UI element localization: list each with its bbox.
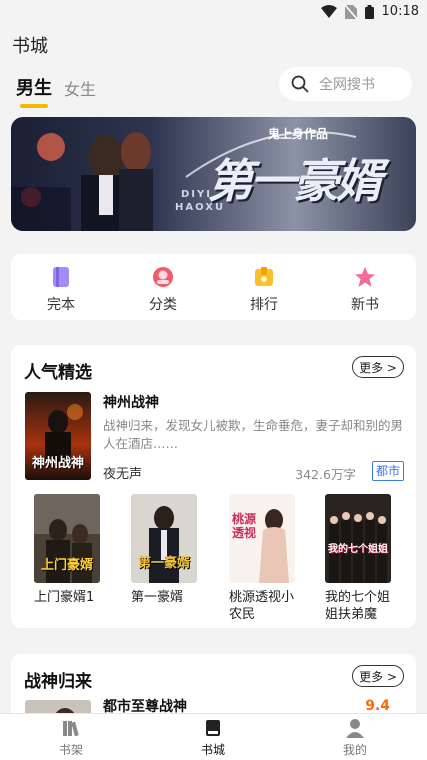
book-item[interactable]: 我的七个姐姐 我的七个姐姐扶弟魔	[315, 494, 395, 623]
bookshelf-icon	[61, 718, 81, 738]
quick-link-label: 排行	[250, 297, 278, 313]
gender-tabs: 男生 女生	[16, 74, 96, 108]
cover-title: 桃源透视	[232, 512, 257, 540]
banner-figures	[81, 132, 153, 231]
nav-bookshelf[interactable]: 书架	[31, 718, 111, 758]
category-icon	[152, 266, 174, 288]
book-item[interactable]: 桃源透视 桃源透视小农民	[219, 494, 299, 623]
banner-subtitle: 鬼上身作品	[268, 127, 329, 141]
banner-pinyin-1: DIYI	[181, 189, 212, 200]
nav-bookstore[interactable]: 书城	[173, 718, 253, 758]
star-icon	[354, 266, 376, 288]
book-item[interactable]: 上门豪婿 上门豪婿1	[24, 494, 104, 606]
quick-link-label: 完本	[47, 297, 75, 313]
book-score: 9.4	[365, 698, 390, 714]
nav-label: 书架	[58, 743, 83, 757]
book-title: 上门豪婿1	[34, 590, 95, 605]
status-bar: 10:18	[0, 0, 427, 26]
book-description: 战神归来，发现女儿被欺，生命垂危，妻子却和别的男人在酒店……	[103, 418, 404, 451]
genre-tag[interactable]: 都市	[371, 461, 404, 481]
book-title: 桃源透视小农民	[229, 590, 295, 622]
quick-link-complete[interactable]: 完本	[31, 266, 91, 314]
book-cover: 上门豪婿	[34, 494, 100, 583]
section-title: 战神归来	[24, 672, 92, 692]
status-icons: 10:18	[320, 4, 419, 19]
quick-link-label: 新书	[351, 297, 379, 313]
profile-icon	[345, 718, 365, 738]
ranking-icon	[253, 266, 275, 288]
book-title: 神州战神	[103, 395, 159, 411]
search-placeholder: 全网搜书	[319, 77, 375, 93]
page-title: 书城	[12, 36, 48, 57]
cover-title: 神州战神	[31, 456, 84, 471]
status-time: 10:18	[381, 4, 419, 19]
book-cover: 第一豪婿	[131, 494, 197, 583]
banner-pinyin-2: HAOXU	[175, 202, 226, 213]
book-title: 我的七个姐姐扶弟魔	[325, 590, 391, 622]
quick-links-card: 完本 分类 排行 新书	[11, 254, 416, 320]
quick-link-ranking[interactable]: 排行	[234, 266, 294, 314]
banner-title: 第一豪婿	[207, 154, 382, 208]
nav-label: 书城	[200, 743, 225, 757]
search-box[interactable]: 全网搜书	[279, 67, 412, 101]
promo-banner[interactable]: 鬼上身作品 第一豪婿 DIYI HAOXU	[11, 117, 416, 231]
tab-female[interactable]: 女生	[64, 76, 96, 100]
nav-profile[interactable]: 我的	[315, 718, 395, 758]
book-cover: 桃源透视	[229, 494, 295, 583]
quick-link-category[interactable]: 分类	[133, 266, 193, 314]
book-item[interactable]: 第一豪婿 第一豪婿	[121, 494, 201, 606]
popular-section: 人气精选 更多 > 神州战神 神州战神 战神归来，发现女儿被欺，生命垂危，妻子却…	[11, 345, 416, 628]
tab-male[interactable]: 男生	[16, 74, 52, 108]
cover-title: 我的七个姐姐	[328, 544, 388, 555]
book-word-count: 342.6万字	[295, 467, 356, 482]
cover-title: 上门豪婿	[40, 558, 93, 573]
section-title: 人气精选	[24, 363, 92, 383]
cover-title: 第一豪婿	[137, 556, 190, 571]
nav-label: 我的	[342, 743, 367, 757]
search-icon	[291, 75, 309, 93]
quick-link-label: 分类	[149, 297, 177, 313]
wifi-icon	[320, 5, 337, 18]
bookstore-icon	[203, 718, 223, 738]
more-button[interactable]: 更多 >	[352, 665, 404, 687]
book-cover: 神州战神	[25, 392, 91, 480]
book-cover: 我的七个姐姐	[325, 494, 391, 583]
bottom-nav: 书架 书城 我的	[0, 713, 427, 760]
no-sim-icon	[344, 4, 357, 19]
book-complete-icon	[50, 266, 72, 288]
battery-icon	[364, 4, 374, 19]
book-title: 第一豪婿	[131, 590, 184, 605]
quick-link-new[interactable]: 新书	[335, 266, 395, 314]
book-author: 夜无声	[103, 467, 143, 482]
more-button[interactable]: 更多 >	[352, 356, 404, 378]
